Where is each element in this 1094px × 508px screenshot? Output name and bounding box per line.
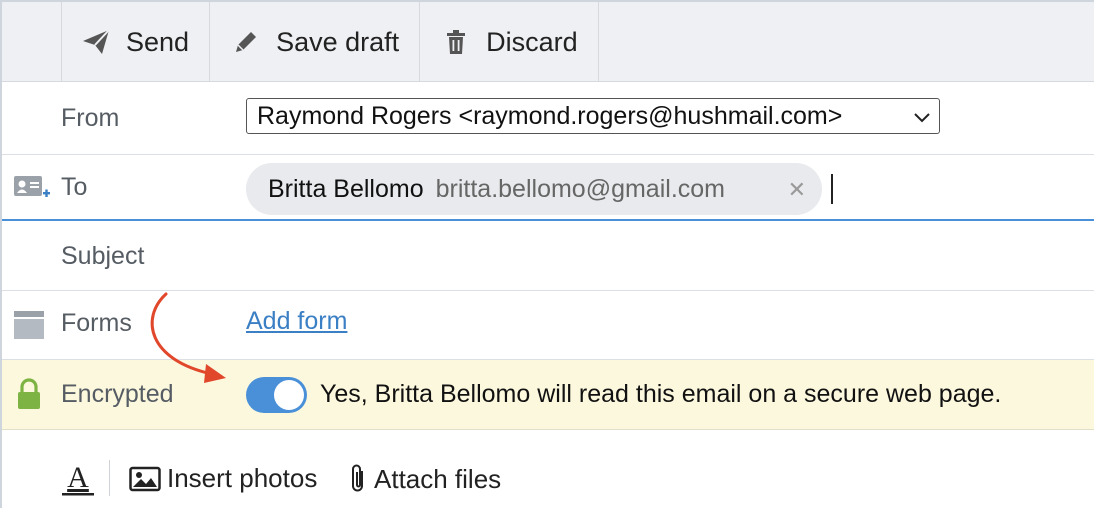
compose-toolbar: Send Save draft Discard [2, 2, 1094, 82]
compose-window: Send Save draft Discard From Raymond Rog… [0, 0, 1094, 508]
discard-label: Discard [486, 26, 578, 57]
encryption-message: Yes, Britta Bellomo will read this email… [320, 380, 1002, 408]
recipient-email: britta.bellomo@gmail.com [435, 174, 725, 203]
paperclip-icon [348, 463, 368, 495]
add-form-link[interactable]: Add form [246, 307, 347, 336]
from-label: From [61, 104, 120, 132]
paper-plane-icon [80, 26, 112, 58]
forms-label: Forms [61, 309, 132, 337]
chevron-down-icon [913, 104, 931, 138]
send-label: Send [126, 26, 190, 57]
save-draft-label: Save draft [276, 26, 400, 57]
form-icon [14, 311, 44, 344]
trash-icon [440, 26, 472, 58]
remove-recipient-icon[interactable]: ✕ [788, 177, 806, 203]
from-value: Raymond Rogers <raymond.rogers@hushmail.… [257, 102, 843, 130]
save-draft-button[interactable]: Save draft [210, 2, 421, 82]
to-label: To [61, 173, 88, 201]
lock-icon [16, 378, 42, 415]
from-row: From Raymond Rogers <raymond.rogers@hush… [2, 82, 1094, 155]
recipient-name: Britta Bellomo [268, 174, 424, 203]
text-format-icon[interactable]: A [60, 460, 96, 503]
encryption-toggle[interactable] [246, 377, 307, 413]
send-button[interactable]: Send [62, 2, 211, 82]
text-cursor [831, 174, 833, 204]
insert-photos-label: Insert photos [167, 463, 318, 493]
contact-card-add-icon[interactable] [14, 173, 50, 208]
subject-row[interactable]: Subject [2, 221, 1094, 291]
pencil-icon [230, 26, 262, 58]
from-select[interactable]: Raymond Rogers <raymond.rogers@hushmail.… [246, 98, 940, 134]
toggle-knob [274, 380, 304, 410]
format-divider [109, 460, 110, 496]
insert-photos-button[interactable]: Insert photos [129, 463, 317, 494]
subject-label: Subject [61, 242, 145, 270]
to-row: To Britta Bellomo britta.bellomo@gmail.c… [2, 155, 1094, 221]
annotation-arrow [150, 292, 226, 383]
attach-files-label: Attach files [374, 463, 502, 494]
svg-text:A: A [67, 461, 89, 494]
format-bar: A Insert photos Attach files [2, 430, 1094, 508]
image-icon [129, 466, 161, 492]
recipient-chip[interactable]: Britta Bellomo britta.bellomo@gmail.com … [246, 163, 822, 215]
toolbar-spacer [2, 2, 62, 82]
attach-files-button[interactable]: Attach files [348, 463, 501, 495]
discard-button[interactable]: Discard [420, 2, 599, 82]
